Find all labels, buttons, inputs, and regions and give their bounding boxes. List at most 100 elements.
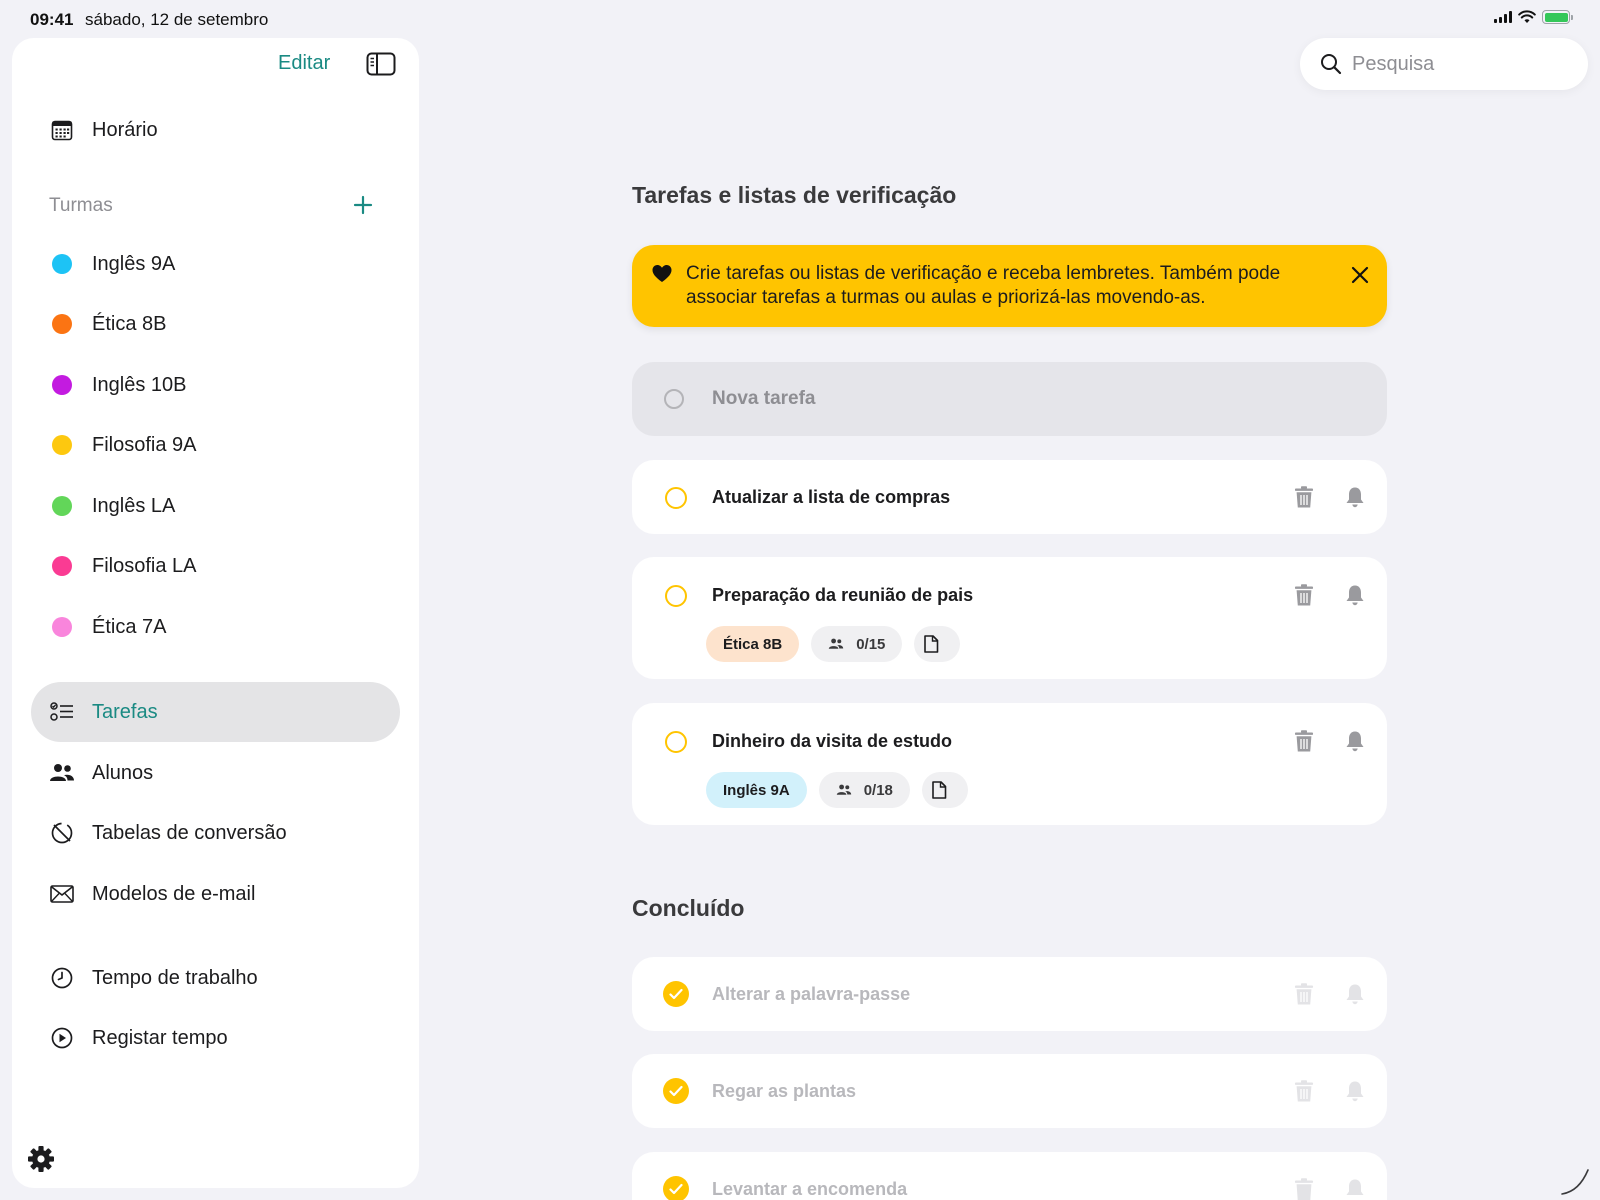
completed-task-item[interactable]: Levantar a encomenda (632, 1152, 1387, 1200)
new-task-row[interactable] (632, 362, 1387, 436)
bell-icon[interactable] (1343, 583, 1367, 607)
calendar-icon (48, 116, 76, 144)
class-item[interactable]: Inglês 9A (48, 244, 175, 284)
battery-icon (1542, 10, 1573, 24)
completed-section-title: Concluído (632, 895, 745, 921)
add-class-plus-icon[interactable] (350, 192, 376, 218)
cellular-signal-icon (1494, 11, 1512, 23)
checked-checkbox-icon[interactable] (663, 981, 689, 1007)
class-label: Inglês 9A (92, 252, 176, 275)
task-title: Alterar a palavra-passe (712, 984, 911, 1004)
class-item[interactable]: Inglês LA (48, 486, 175, 526)
sidebar-item-students[interactable]: Alunos (48, 753, 153, 793)
trash-icon[interactable] (1292, 982, 1316, 1006)
heart-icon (652, 265, 672, 282)
class-label: Ética 7A (92, 615, 167, 638)
students-count: 0/15 (856, 635, 886, 653)
class-item[interactable]: Ética 8B (48, 304, 166, 344)
search-input[interactable] (1352, 52, 1562, 76)
document-icon (932, 781, 947, 799)
completed-task-item[interactable]: Alterar a palavra-passe (632, 957, 1387, 1031)
bell-icon[interactable] (1343, 729, 1367, 753)
trash-icon[interactable] (1292, 583, 1316, 607)
class-color-dot (52, 254, 72, 274)
class-item[interactable]: Ética 7A (48, 607, 166, 647)
sidebar-item-label: Alunos (92, 761, 154, 784)
classes-section-title: Turmas (49, 195, 113, 216)
people-icon (48, 759, 76, 787)
class-color-dot (52, 375, 72, 395)
task-checkbox[interactable] (665, 487, 687, 509)
info-banner: Crie tarefas ou listas de verificação e … (632, 245, 1387, 327)
checked-checkbox-icon[interactable] (663, 1078, 689, 1104)
sidebar-item-conversion-tables[interactable]: Tabelas de conversão (48, 813, 287, 853)
class-item[interactable]: Inglês 10B (48, 365, 187, 405)
close-icon[interactable] (1349, 264, 1371, 286)
sidebar-item-schedule[interactable]: Horário (48, 110, 158, 150)
students-count-chip[interactable]: 0/18 (818, 772, 910, 808)
class-label: Filosofia LA (92, 554, 197, 577)
document-chip[interactable] (914, 626, 961, 662)
trash-icon[interactable] (1292, 485, 1316, 509)
bell-icon[interactable] (1343, 982, 1367, 1006)
task-item[interactable]: Atualizar a lista de compras (632, 460, 1387, 534)
trash-icon[interactable] (1292, 729, 1316, 753)
clock-icon (48, 964, 76, 992)
class-label: Filosofia 9A (92, 433, 197, 456)
sidebar-item-label: Tempo de trabalho (92, 966, 258, 989)
search-icon (1321, 54, 1342, 75)
sidebar-item-register-time[interactable]: Registar tempo (48, 1018, 228, 1058)
empty-circle-icon (664, 389, 684, 409)
students-count-chip[interactable]: 0/15 (811, 626, 903, 662)
sidebar-toggle-icon[interactable] (366, 52, 396, 76)
bell-icon[interactable] (1343, 485, 1367, 509)
sidebar-item-label: Tarefas (92, 700, 158, 723)
class-color-dot (52, 617, 72, 637)
class-label: Inglês 10B (92, 373, 187, 396)
status-icons (1494, 10, 1573, 24)
sidebar-item-working-time[interactable]: Tempo de trabalho (48, 958, 258, 998)
bell-icon[interactable] (1343, 1079, 1367, 1103)
document-chip[interactable] (921, 772, 968, 808)
sidebar-item-email-templates[interactable]: Modelos de e-mail (48, 874, 255, 914)
task-chips: Ética 8B 0/15 (706, 626, 961, 662)
status-bar: 09:41 sábado, 12 de setembro (0, 0, 1600, 36)
task-checkbox[interactable] (665, 585, 687, 607)
status-time: 09:41 (30, 10, 74, 29)
people-icon (836, 784, 851, 795)
class-label: Inglês LA (92, 494, 176, 517)
sidebar-item-tasks[interactable]: Tarefas (48, 692, 158, 732)
document-icon (924, 635, 939, 653)
task-title: Regar as plantas (712, 1081, 857, 1101)
sidebar-item-label: Tabelas de conversão (92, 821, 287, 844)
class-tag[interactable]: Ética 8B (706, 626, 800, 662)
class-color-dot (52, 435, 72, 455)
sidebar-item-label: Modelos de e-mail (92, 882, 256, 905)
checklist-icon (48, 698, 76, 726)
task-item[interactable]: Dinheiro da visita de estudo Inglês 9A 0… (632, 703, 1387, 825)
sidebar: Editar Horário Turmas Inglês 9A Ética 8B… (12, 38, 419, 1188)
task-title: Dinheiro da visita de estudo (712, 731, 953, 751)
banner-text: Crie tarefas ou listas de verificação e … (686, 263, 1281, 308)
pencil-stroke-icon (1561, 1169, 1589, 1195)
task-title: Levantar a encomenda (712, 1179, 908, 1199)
sidebar-item-label: Registar tempo (92, 1026, 228, 1049)
gear-icon[interactable] (26, 1144, 56, 1174)
trash-icon[interactable] (1292, 1177, 1316, 1200)
new-task-input[interactable] (712, 388, 1212, 410)
task-item[interactable]: Preparação da reunião de pais Ética 8B 0… (632, 557, 1387, 679)
checked-checkbox-icon[interactable] (663, 1176, 689, 1200)
trash-icon[interactable] (1292, 1079, 1316, 1103)
class-tag[interactable]: Inglês 9A (706, 772, 807, 808)
class-item[interactable]: Filosofia 9A (48, 425, 197, 465)
envelope-icon (48, 880, 76, 908)
wifi-icon (1518, 10, 1536, 23)
completed-task-item[interactable]: Regar as plantas (632, 1054, 1387, 1128)
bell-icon[interactable] (1343, 1177, 1367, 1200)
edit-button[interactable]: Editar (278, 52, 330, 75)
task-checkbox[interactable] (665, 731, 687, 753)
task-title: Preparação da reunião de pais (712, 585, 974, 605)
class-color-dot (52, 496, 72, 516)
class-item[interactable]: Filosofia LA (48, 546, 197, 586)
search-bar[interactable] (1300, 38, 1588, 90)
